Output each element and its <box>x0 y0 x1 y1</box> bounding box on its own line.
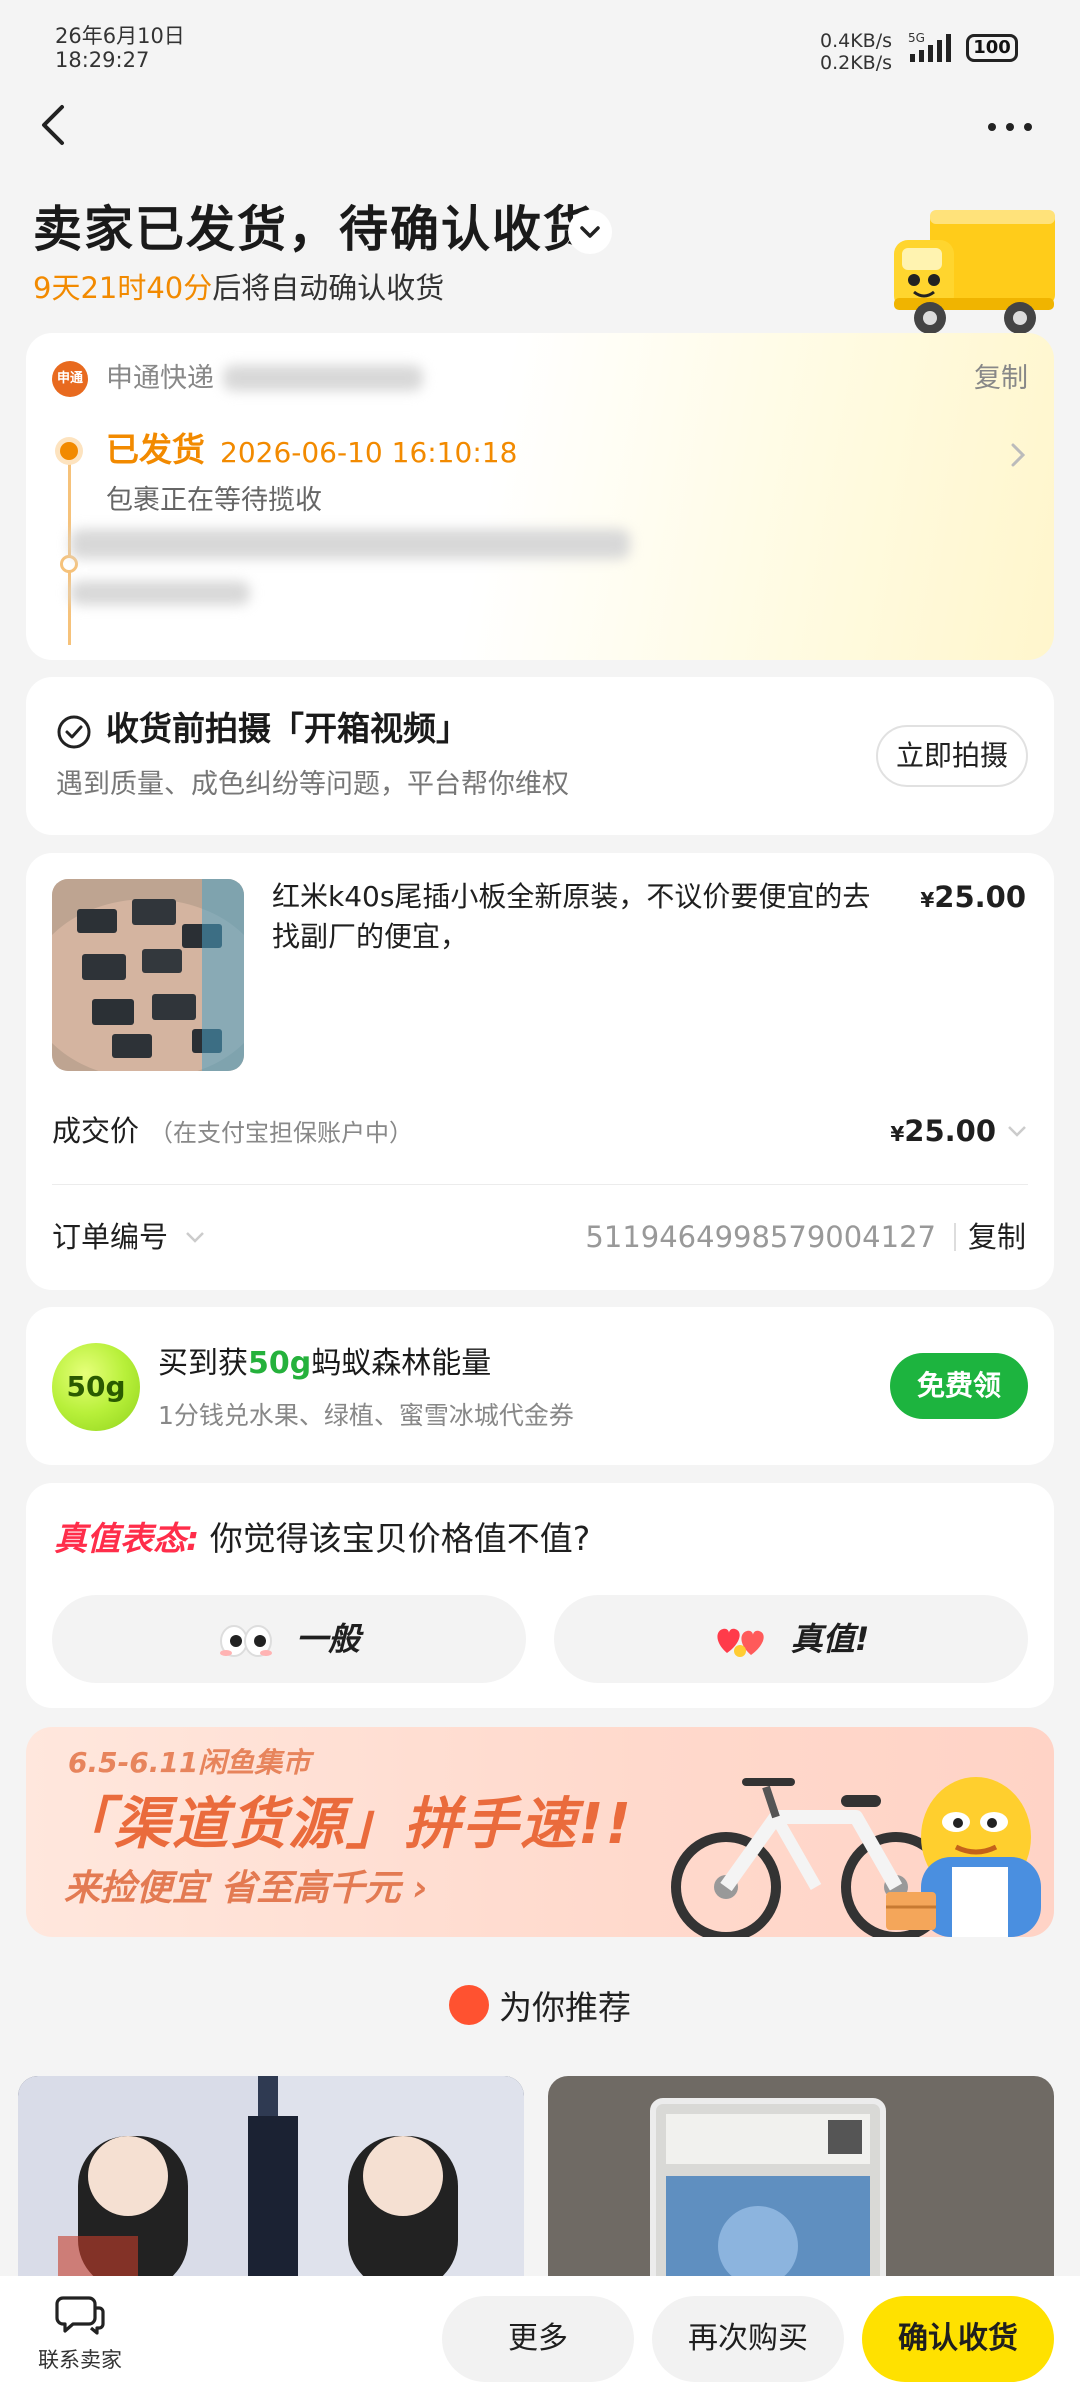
vote-worth-button[interactable]: 真值! <box>554 1595 1028 1683</box>
courier-name: 申通快递 <box>106 363 214 394</box>
item-price: ¥25.00 <box>920 877 1026 920</box>
claim-free-button[interactable]: 免费领 <box>890 1353 1028 1419</box>
recommend-item-image <box>548 2076 1054 2290</box>
more-icon[interactable] <box>980 105 1040 145</box>
ant-forest-energy-card: 50g 买到获50g蚂蚁森林能量 1分钱兑水果、绿植、蜜雪冰城代金券 免费领 <box>26 1307 1054 1465</box>
vote-question: 真值表态: 你觉得该宝贝价格值不值? <box>54 1517 590 1561</box>
hearts-emoji-icon <box>717 1628 764 1657</box>
vote-normal-label: 一般 <box>295 1620 360 1658</box>
status-date: 26年6月10日 <box>55 24 185 48</box>
recommend-item-image <box>18 2076 524 2290</box>
check-shield-icon <box>57 715 91 749</box>
promo-banner[interactable]: 6.5-6.11闲鱼集市 「渠道货源」拼手速!! 来捡便宜 省至高千元 › <box>26 1727 1054 1937</box>
recipient-redacted <box>70 581 250 605</box>
shipping-time: 2026-06-10 16:10:18 <box>220 436 518 469</box>
countdown-suffix: 后将自动确认收货 <box>212 271 445 305</box>
timeline-dot-active <box>60 442 78 460</box>
recommend-item-card[interactable] <box>548 2076 1054 2290</box>
contact-seller-button[interactable]: 联系卖家 <box>30 2294 130 2374</box>
vote-prefix: 真值表态: <box>54 1519 200 1558</box>
back-arrow-icon[interactable] <box>30 95 80 155</box>
page-title: 卖家已发货，待确认收货 <box>33 201 595 258</box>
shipping-status: 已发货 <box>106 430 205 469</box>
energy-title-pre: 买到获 <box>158 1346 248 1381</box>
order-number: 5119464998579004127 <box>585 1220 936 1254</box>
banner-date: 6.5-6.11闲鱼集市 <box>68 1746 311 1779</box>
deal-note: （在支付宝担保账户中） <box>149 1119 414 1147</box>
bottom-action-bar: 联系卖家 更多 再次购买 确认收货 <box>0 2276 1080 2400</box>
recommend-item-card[interactable] <box>18 2076 524 2290</box>
delivery-truck-illustration <box>894 210 1055 334</box>
item-title[interactable]: 红米k40s尾插小板全新原装，不议价要便宜的去找副厂的便宜， <box>272 877 892 957</box>
status-time: 18:29:27 <box>55 48 150 72</box>
item-thumbnail[interactable] <box>52 879 244 1071</box>
chevron-down-icon[interactable] <box>184 1229 206 1245</box>
vote-normal-button[interactable]: 一般 <box>52 1595 526 1683</box>
chat-bubble-icon <box>55 2296 105 2335</box>
courier-logo: 申通 <box>52 361 88 397</box>
chevron-down-icon[interactable] <box>568 210 612 254</box>
energy-title: 买到获50g蚂蚁森林能量 <box>158 1343 491 1385</box>
package-status-desc: 包裹正在等待揽收 <box>106 485 322 516</box>
vote-worth-label: 真值! <box>790 1620 870 1658</box>
signal-icon: 5G <box>908 31 951 62</box>
vote-question-text: 你觉得该宝贝价格值不值? <box>199 1519 591 1558</box>
countdown-time: 9天21时40分 <box>33 271 213 305</box>
energy-title-post: 蚂蚁森林能量 <box>311 1346 492 1381</box>
auto-confirm-countdown: 9天21时40分后将自动确认收货 <box>33 270 444 306</box>
status-datetime: 26年6月10日 18:29:27 <box>55 24 185 72</box>
heart-icon <box>449 1985 489 2025</box>
value-vote-card: 真值表态: 你觉得该宝贝价格值不值? 一般 真值! <box>26 1483 1054 1708</box>
more-button[interactable]: 更多 <box>442 2296 634 2382</box>
recommend-header: 为你推荐 <box>0 1985 1080 2030</box>
divider <box>52 1184 1028 1185</box>
order-card: 红米k40s尾插小板全新原装，不议价要便宜的去找副厂的便宜， ¥25.00 成交… <box>26 853 1054 1290</box>
contact-seller-label: 联系卖家 <box>38 2348 122 2372</box>
buy-again-button[interactable]: 再次购买 <box>652 2296 844 2382</box>
currency-symbol: ¥ <box>920 888 935 912</box>
shoot-now-button[interactable]: 立即拍摄 <box>876 725 1028 787</box>
deal-label: 成交价 <box>52 1114 140 1148</box>
recommend-title: 为你推荐 <box>499 1988 631 2027</box>
currency-symbol: ¥ <box>890 1122 905 1146</box>
address-redacted <box>70 529 630 559</box>
logistics-card[interactable]: 申通 申通快递 复制 已发货 2026-06-10 16:10:18 包裹正在等… <box>26 333 1054 660</box>
tracking-number-redacted <box>222 365 423 391</box>
order-number-label: 订单编号 <box>52 1220 169 1254</box>
energy-subtitle: 1分钱兑水果、绿植、蜜雪冰城代金券 <box>158 1401 574 1430</box>
divider <box>954 1223 956 1251</box>
unboxing-title: 收货前拍摄「开箱视频」 <box>106 709 469 748</box>
deal-price-label: 成交价 （在支付宝担保账户中） <box>52 1111 413 1153</box>
battery-icon: 100 <box>966 34 1018 62</box>
deal-price-value: 25.00 <box>904 1114 996 1148</box>
banner-headline: 「渠道货源」拼手速!! <box>56 1792 634 1857</box>
network-speed: 0.4KB/s 0.2KB/s <box>820 30 892 74</box>
deal-price[interactable]: ¥25.00 <box>890 1111 996 1154</box>
energy-badge: 50g <box>52 1343 140 1431</box>
bike-mascot-illustration <box>671 1777 1041 1937</box>
net-up: 0.4KB/s <box>820 30 893 52</box>
confirm-receipt-button[interactable]: 确认收货 <box>862 2296 1054 2382</box>
net-down: 0.2KB/s <box>820 52 893 74</box>
courier-line: 申通快递 <box>106 361 423 397</box>
banner-subtitle: 来捡便宜 省至高千元 › <box>64 1868 428 1909</box>
chevron-down-icon[interactable] <box>1006 1123 1028 1139</box>
eyes-emoji-icon <box>219 1625 272 1657</box>
status-bar: 26年6月10日 18:29:27 0.4KB/s 0.2KB/s 5G 100 <box>0 0 1080 90</box>
network-type: 5G <box>908 31 925 45</box>
energy-amount: 50g <box>248 1346 312 1381</box>
chevron-right-icon <box>1011 443 1026 467</box>
copy-tracking-button[interactable]: 复制 <box>974 361 1028 397</box>
unboxing-subtitle: 遇到质量、成色纠纷等问题，平台帮你维权 <box>56 769 569 800</box>
unboxing-video-card: 收货前拍摄「开箱视频」 遇到质量、成色纠纷等问题，平台帮你维权 立即拍摄 <box>26 677 1054 835</box>
item-price-value: 25.00 <box>934 880 1026 914</box>
copy-order-number-button[interactable]: 复制 <box>968 1217 1026 1257</box>
